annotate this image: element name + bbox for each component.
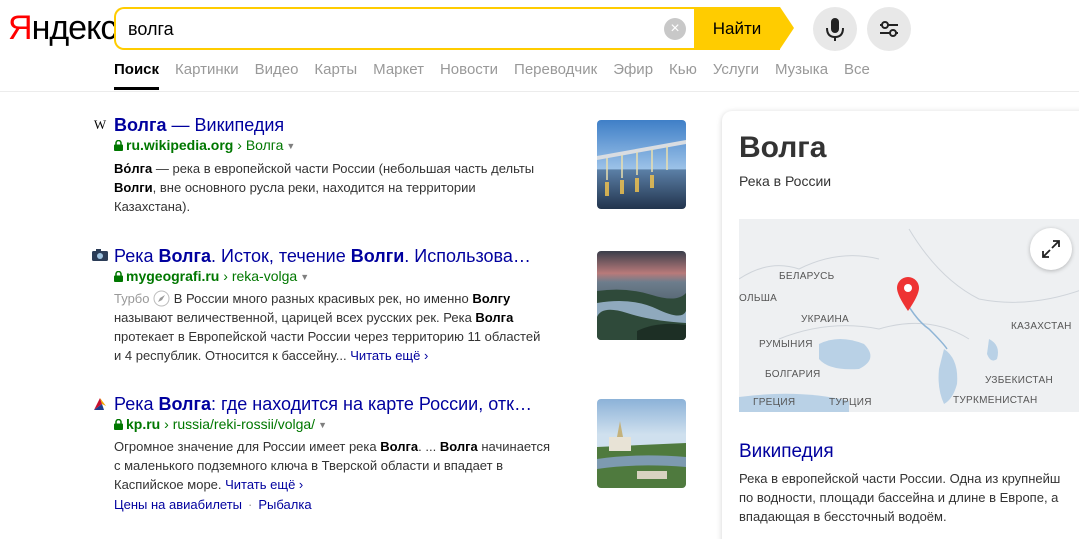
result-url[interactable]: ru.wikipedia.org › Волга ▼ — [114, 137, 295, 153]
result-thumbnail[interactable] — [597, 399, 686, 488]
search-settings-button[interactable] — [867, 7, 911, 51]
tab-all[interactable]: Все — [844, 61, 870, 90]
tab-video[interactable]: Видео — [255, 61, 299, 90]
map-label: УЗБЕКИСТАН — [985, 375, 1053, 386]
map-label: ТУРЦИЯ — [829, 397, 872, 408]
result-title-link[interactable]: Река Волга: где находится на карте Росси… — [114, 394, 532, 415]
result-thumbnail[interactable] — [597, 120, 686, 209]
lock-icon — [114, 271, 123, 282]
microphone-icon — [826, 18, 844, 41]
card-title: Волга — [739, 131, 827, 164]
read-more-link[interactable]: Читать ещё › — [350, 348, 428, 363]
tab-services[interactable]: Услуги — [713, 61, 759, 90]
logo-letter: Я — [8, 9, 33, 47]
turbo-label: Турбо — [114, 291, 150, 306]
result-snippet: Во́лга — река в европейской части России… — [114, 161, 535, 214]
rocket-icon — [153, 290, 170, 307]
search-input[interactable] — [128, 18, 648, 40]
sitelink-flights[interactable]: Цены на авиабилеты — [114, 497, 242, 512]
wikipedia-icon: W — [93, 117, 107, 132]
map-pin-icon — [897, 277, 919, 311]
lock-icon — [114, 419, 123, 430]
kp-favicon-icon — [92, 396, 108, 412]
map-expand-button[interactable] — [1030, 228, 1072, 270]
wikipedia-summary: Река в европейской части России. Одна из… — [739, 471, 1061, 524]
sliders-icon — [880, 21, 898, 37]
knowledge-card: Волга Река в России БЕЛАРУСЬ ОЛЬША УКРАИ… — [722, 111, 1079, 539]
map-label: БОЛГАРИЯ — [765, 369, 821, 380]
read-more-link[interactable]: Читать ещё › — [225, 477, 303, 492]
sitelink-fishing[interactable]: Рыбалка — [258, 497, 311, 512]
yandex-logo[interactable]: Яндекс — [8, 9, 118, 48]
search-box: × — [114, 7, 696, 50]
expand-icon — [1042, 240, 1060, 258]
map-label: УКРАИНА — [801, 314, 850, 325]
clear-icon[interactable]: × — [664, 18, 686, 40]
tab-q[interactable]: Кью — [669, 61, 697, 90]
tab-efir[interactable]: Эфир — [613, 61, 653, 90]
map-label: БЕЛАРУСЬ — [779, 271, 835, 282]
map-label: ГРЕЦИЯ — [753, 397, 796, 408]
chevron-down-icon[interactable]: ▼ — [318, 420, 327, 430]
search-button-arrow — [780, 7, 794, 49]
sitelinks: Цены на авиабилеты · Рыбалка — [114, 497, 312, 512]
tab-search[interactable]: Поиск — [114, 61, 160, 90]
lock-icon — [114, 140, 123, 151]
wikipedia-link[interactable]: Википедия — [739, 441, 834, 463]
map-label: КАЗАХСТАН — [1011, 321, 1072, 332]
result-thumbnail[interactable] — [597, 251, 686, 340]
tab-music[interactable]: Музыка — [775, 61, 828, 90]
map-preview[interactable]: БЕЛАРУСЬ ОЛЬША УКРАИНА РУМЫНИЯ БОЛГАРИЯ … — [739, 219, 1079, 412]
result-title-link[interactable]: Река Волга. Исток, течение Волги. Исполь… — [114, 246, 531, 267]
tab-news[interactable]: Новости — [440, 61, 498, 90]
header-divider — [0, 91, 1079, 92]
chevron-down-icon[interactable]: ▼ — [300, 272, 309, 282]
tab-translator[interactable]: Переводчик — [514, 61, 597, 90]
voice-search-button[interactable] — [813, 7, 857, 51]
camera-favicon-icon — [92, 248, 108, 264]
card-subtitle: Река в России — [739, 173, 832, 189]
result-snippet: Турбо В России много разных красивых рек… — [114, 290, 541, 363]
chevron-down-icon[interactable]: ▼ — [286, 141, 295, 151]
tab-market[interactable]: Маркет — [373, 61, 424, 90]
result-url[interactable]: kp.ru › russia/reki-rossii/volga/▼ — [114, 416, 327, 432]
logo-rest: ндекс — [31, 9, 118, 47]
map-label: ОЛЬША — [739, 293, 778, 304]
map-label: ТУРКМЕНИСТАН — [953, 395, 1038, 406]
result-url[interactable]: mygeografi.ru › reka-volga ▼ — [114, 268, 309, 284]
search-tabs: Поиск Картинки Видео Карты Маркет Новост… — [114, 61, 886, 90]
search-button[interactable]: Найти — [694, 7, 780, 50]
tab-images[interactable]: Картинки — [175, 61, 239, 90]
result-title-link[interactable]: Волга — Википедия — [114, 115, 284, 136]
map-label: РУМЫНИЯ — [759, 339, 813, 350]
result-snippet: Огромное значение для России имеет река … — [114, 439, 551, 492]
tab-maps[interactable]: Карты — [314, 61, 357, 90]
